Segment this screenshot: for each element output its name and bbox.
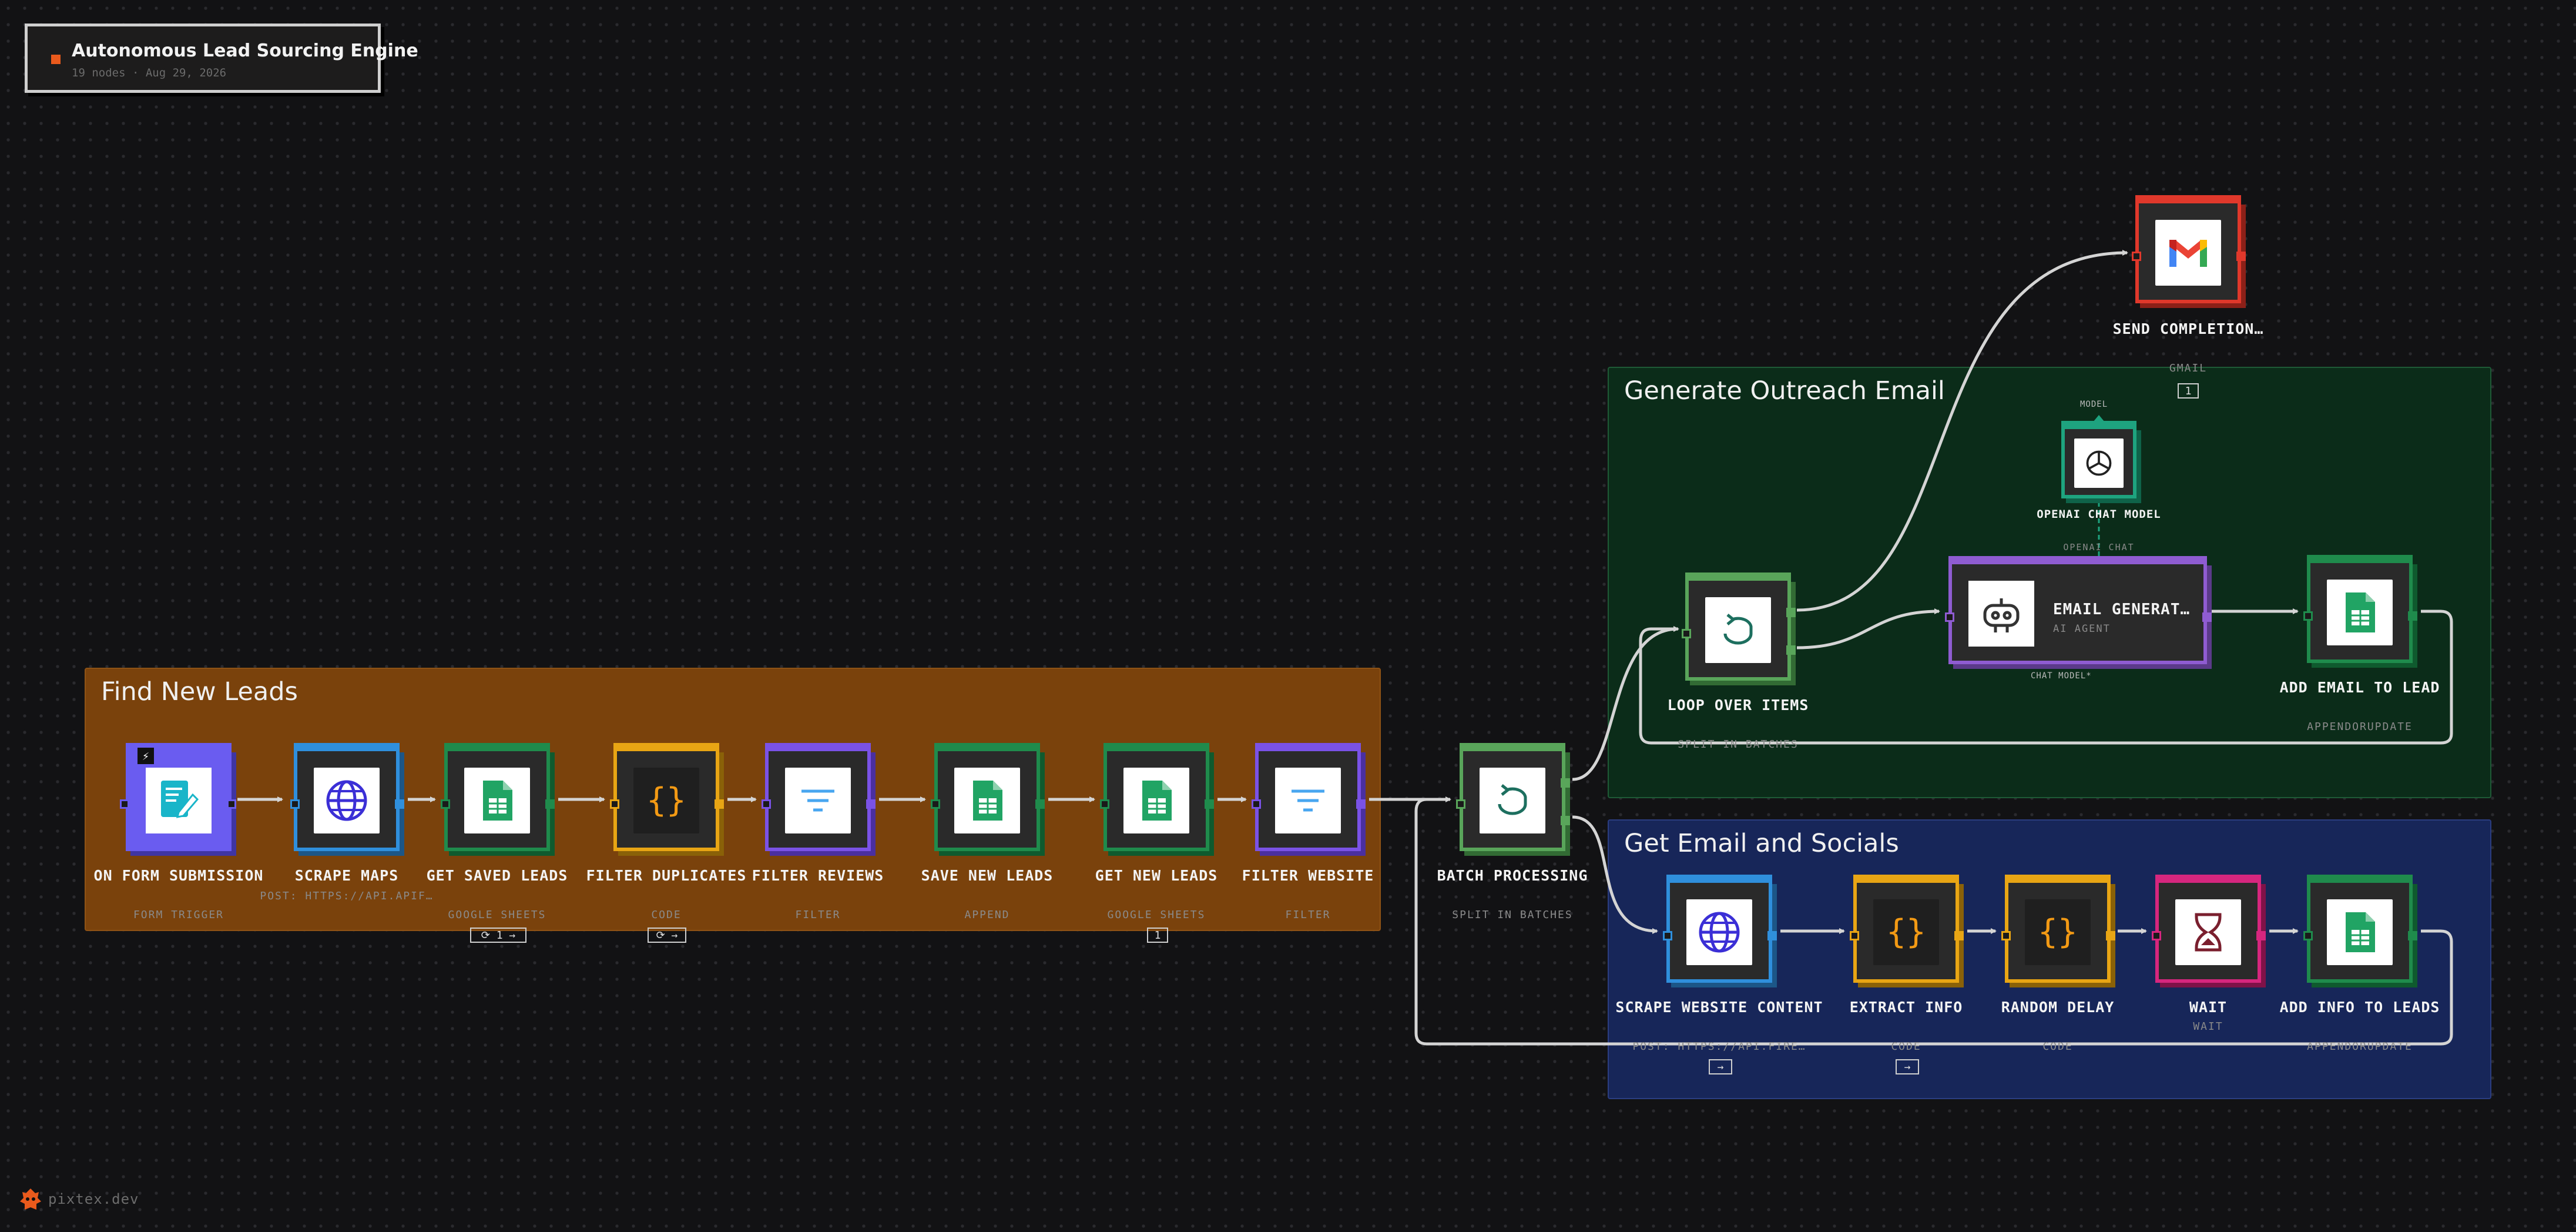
openai-port-label: MODEL	[2080, 400, 2108, 409]
wire-loop-agent	[1796, 608, 1940, 650]
node-on-form-submission[interactable]: ⚡	[120, 743, 243, 859]
node-label: SEND COMPLETION…	[2112, 320, 2264, 337]
node-extract-info[interactable]: {}	[1850, 875, 1971, 991]
svg-text:{}: {}	[2038, 913, 2077, 951]
node-badge: →	[1896, 1059, 1919, 1074]
node-openai-chat-model[interactable]	[2061, 421, 2138, 502]
node-subtitle: GMAIL	[2169, 362, 2208, 374]
google-sheets-icon	[2346, 912, 2375, 952]
agent-port-label: CHAT MODEL*	[2031, 671, 2092, 681]
filter-lines-icon	[1292, 789, 1324, 812]
node-badge: 1	[2178, 383, 2199, 399]
node-subtitle: CODE	[2042, 1040, 2073, 1053]
node-subtitle: APPENDORUPDATE	[2307, 1040, 2413, 1053]
form-trigger-icon	[161, 781, 199, 818]
node-label: LOOP OVER ITEMS	[1667, 697, 1809, 714]
node-label: FILTER WEBSITE	[1242, 867, 1374, 884]
code-braces-icon: {}	[2038, 913, 2077, 951]
node-subtitle: FORM TRIGGER	[133, 909, 224, 921]
trigger-bolt-icon: ⚡	[137, 748, 154, 764]
node-subtitle: SPLIT IN BATCHES	[1678, 738, 1799, 751]
google-sheets-icon	[1142, 781, 1172, 821]
node-subtitle: APPENDORUPDATE	[2307, 721, 2413, 733]
node-get-saved-leads[interactable]	[441, 743, 562, 859]
node-batch-processing[interactable]	[1456, 743, 1577, 859]
openai-icon	[2086, 450, 2112, 476]
agent-subtitle: AI AGENT	[2053, 623, 2111, 635]
code-braces-icon: {}	[1886, 913, 1926, 951]
node-wait[interactable]	[2152, 875, 2273, 991]
node-save-new-leads[interactable]	[931, 743, 1052, 859]
node-add-info-to-leads[interactable]	[2303, 875, 2424, 991]
node-subtitle: OPENAI CHAT	[2063, 542, 2135, 553]
svg-text:{}: {}	[1886, 913, 1926, 951]
node-loop-over-items[interactable]	[1682, 573, 1803, 689]
node-label: BATCH PROCESSING	[1437, 867, 1588, 884]
node-subtitle: POST: HTTPS://API.FIRE…	[1632, 1040, 1806, 1053]
node-subtitle: WAIT	[2193, 1020, 2223, 1033]
node-label: OPENAI CHAT MODEL	[2037, 508, 2161, 521]
agent-title: EMAIL GENERAT…	[2053, 601, 2191, 618]
gmail-icon	[2169, 240, 2207, 267]
node-subtitle: FILTER	[1285, 909, 1331, 921]
loop-icon	[1498, 784, 1527, 815]
node-add-email-to-lead[interactable]	[2303, 555, 2424, 671]
node-get-new-leads[interactable]	[1100, 743, 1221, 859]
node-subtitle: POST: HTTPS://API.APIF…	[260, 890, 434, 902]
node-scrape-website-content[interactable]	[1663, 875, 1784, 991]
google-sheets-icon	[2346, 592, 2375, 632]
svg-text:{}: {}	[646, 781, 686, 819]
node-badge: ⟳ 1 →	[470, 928, 526, 943]
filter-lines-icon	[801, 789, 834, 812]
node-subtitle: SPLIT IN BATCHES	[1452, 909, 1573, 921]
node-random-delay[interactable]: {}	[2001, 875, 2122, 991]
google-sheets-icon	[973, 781, 1002, 821]
node-send-completion[interactable]	[2132, 195, 2253, 312]
node-filter-website[interactable]	[1252, 743, 1373, 859]
loop-icon	[1723, 614, 1753, 645]
node-label: ADD INFO TO LEADS	[2279, 999, 2440, 1016]
node-label: SCRAPE WEBSITE CONTENT	[1615, 999, 1823, 1016]
globe-icon	[326, 780, 367, 821]
node-scrape-maps[interactable]	[290, 743, 411, 859]
node-badge: 1	[1147, 928, 1168, 943]
globe-icon	[1699, 912, 1740, 953]
google-sheets-icon	[483, 781, 512, 821]
node-filter-duplicates[interactable]: {}	[610, 743, 731, 859]
watermark-text: pixtex.dev	[48, 1191, 139, 1207]
node-label: ADD EMAIL TO LEAD	[2279, 679, 2440, 696]
watermark: pixtex.dev	[19, 1186, 139, 1212]
mascot-icon	[20, 1189, 41, 1210]
node-badge: ⟳ →	[648, 928, 686, 943]
node-badge: →	[1709, 1059, 1732, 1074]
node-filter-reviews[interactable]	[762, 743, 883, 859]
code-braces-icon: {}	[646, 781, 686, 819]
node-email-generator-agent[interactable]: EMAIL GENERAT… AI AGENT	[1945, 556, 2212, 667]
robot-icon	[1983, 598, 2020, 632]
hourglass-icon	[2195, 913, 2222, 952]
